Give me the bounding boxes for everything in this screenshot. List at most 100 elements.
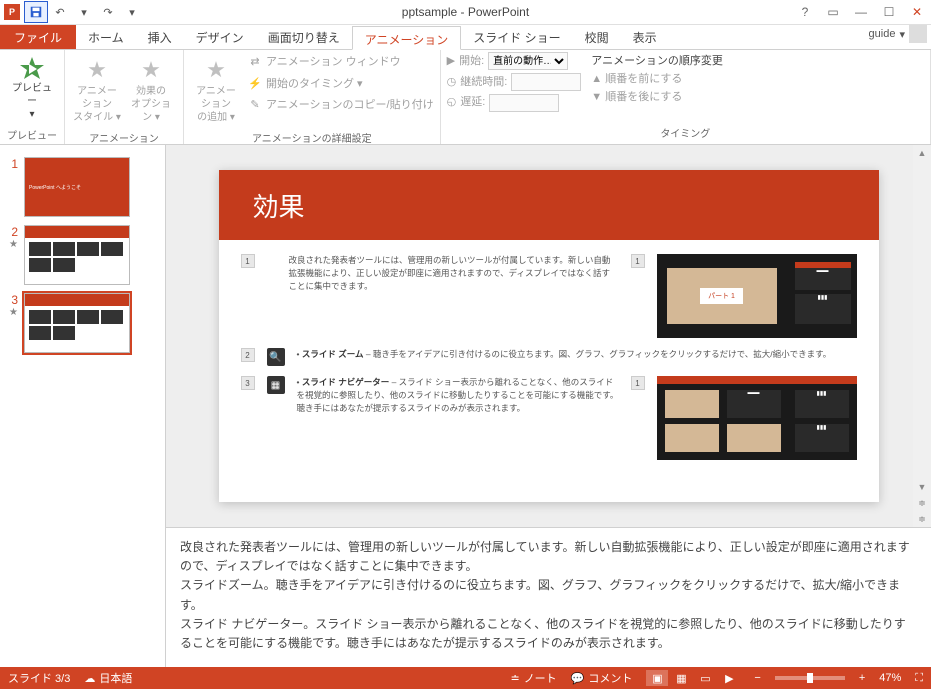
delay-icon: ◵ — [447, 93, 457, 112]
thumbnail-pane[interactable]: 1 2★ 3★ — [0, 145, 166, 667]
save-button[interactable] — [24, 1, 48, 23]
zoom-out-button[interactable]: − — [754, 672, 760, 684]
zoom-thumb[interactable] — [807, 673, 813, 683]
status-bar: スライド 3/3 ☁日本語 ≐ノート 💬コメント ▣ ▦ ▭ ▶ − + 47%… — [0, 667, 931, 689]
help-button[interactable]: ? — [791, 1, 819, 23]
undo-button[interactable]: ↶ — [48, 1, 72, 23]
slide-thumbnail-1[interactable] — [24, 157, 130, 217]
ribbon-tabs: ファイル ホーム 挿入 デザイン 画面切り替え アニメーション スライド ショー… — [0, 25, 931, 49]
tab-animations[interactable]: アニメーション — [352, 26, 462, 50]
slide-counter[interactable]: スライド 3/3 — [8, 670, 70, 686]
tab-insert[interactable]: 挿入 — [136, 25, 184, 49]
notes-pane[interactable]: 改良された発表者ツールには、管理用の新しいツールが付属しています。新しい自動拡張… — [166, 527, 931, 667]
zoom-level[interactable]: 47% — [879, 672, 901, 684]
user-account[interactable]: guide ▾ — [869, 25, 927, 43]
zoom-in-button[interactable]: + — [859, 672, 865, 684]
avatar — [909, 25, 927, 43]
navigator-icon: ▦ — [267, 376, 285, 394]
reorder-header: アニメーションの順序変更 — [591, 52, 723, 68]
reading-view-button[interactable]: ▭ — [694, 670, 716, 686]
pane-icon: ⇄ — [248, 54, 262, 72]
animation-tag[interactable]: 1 — [631, 254, 645, 268]
title-bar: P ↶ ▾ ↷ ▾ pptsample - PowerPoint ? ▭ — ☐… — [0, 0, 931, 25]
slide-thumbnail-2[interactable] — [24, 225, 130, 285]
duration-input[interactable] — [511, 73, 581, 91]
preview-label: プレビュー — [8, 82, 56, 108]
animation-tag[interactable]: 1 — [631, 376, 645, 390]
thumb-number: 1 — [6, 157, 18, 171]
trigger-button[interactable]: ⚡開始のタイミング ▾ — [248, 74, 434, 96]
slide-title: 効果 — [253, 187, 305, 224]
qat-customize[interactable]: ▾ — [120, 1, 144, 23]
clock-icon: ◷ — [447, 73, 457, 92]
close-button[interactable]: ✕ — [903, 1, 931, 23]
notes-line: 改良された発表者ツールには、管理用の新しいツールが付属しています。新しい自動拡張… — [180, 538, 917, 576]
tab-design[interactable]: デザイン — [184, 25, 256, 49]
comments-toggle[interactable]: 💬コメント — [571, 670, 633, 686]
minimize-button[interactable]: — — [847, 1, 875, 23]
animation-tag[interactable]: 3 — [241, 376, 255, 390]
preview-button[interactable]: プレビュー ▾ — [6, 52, 58, 125]
maximize-button[interactable]: ☐ — [875, 1, 903, 23]
slide-area: 効果 1 改良された発表者ツールには、管理用の新しいツールが付属しています。新し… — [166, 145, 931, 667]
slide-text-1: 改良された発表者ツールには、管理用の新しいツールが付属しています。新しい自動拡張… — [289, 254, 619, 338]
play-icon: ▶ — [447, 52, 455, 71]
slide-canvas[interactable]: 効果 1 改良された発表者ツールには、管理用の新しいツールが付属しています。新し… — [219, 170, 879, 502]
tab-view[interactable]: 表示 — [621, 25, 669, 49]
preview-dropdown-icon: ▾ — [29, 108, 34, 121]
zoom-slider[interactable] — [775, 676, 845, 680]
animation-style-button[interactable]: ★ アニメーション スタイル ▾ — [71, 52, 123, 128]
normal-view-button[interactable]: ▣ — [646, 670, 668, 686]
app-icon: P — [4, 4, 20, 20]
tab-transitions[interactable]: 画面切り替え — [256, 25, 352, 49]
notes-icon: ≐ — [510, 672, 519, 685]
slideshow-view-button[interactable]: ▶ — [718, 670, 740, 686]
undo-dropdown[interactable]: ▾ — [72, 1, 96, 23]
window-title: pptsample - PowerPoint — [402, 5, 529, 19]
vertical-scrollbar[interactable]: ▲ ▼ ≑ ≑ — [913, 145, 931, 527]
presenter-view-image: パート 1 ▬▬ ▮▮▮ — [657, 254, 857, 338]
move-later-button[interactable]: ▼ 順番を後にする — [591, 88, 723, 104]
animation-painter-button[interactable]: ✎アニメーションのコピー/貼り付け — [248, 95, 434, 117]
move-earlier-button[interactable]: ▲ 順番を前にする — [591, 70, 723, 86]
notes-line: スライド ナビゲーター。スライド ショー表示から離れることなく、他のスライドを視… — [180, 615, 917, 653]
scroll-down-icon[interactable]: ▼ — [913, 479, 931, 495]
language-indicator[interactable]: ☁日本語 — [84, 670, 132, 686]
fit-to-window-button[interactable]: ⛶ — [915, 672, 923, 685]
user-dropdown-icon: ▾ — [899, 28, 905, 41]
tab-home[interactable]: ホーム — [76, 25, 136, 49]
slide-text-2: • スライド ズーム – 聴き手をアイデアに引き付けるのに役立ちます。図、グラフ… — [297, 348, 857, 366]
prev-slide-icon[interactable]: ≑ — [913, 495, 931, 511]
delay-input[interactable] — [489, 94, 559, 112]
redo-button[interactable]: ↷ — [96, 1, 120, 23]
timing-duration-row[interactable]: ◷継続時間: — [447, 73, 582, 92]
up-icon: ▲ — [591, 73, 602, 85]
slide-thumbnail-3[interactable] — [24, 293, 130, 353]
scroll-up-icon[interactable]: ▲ — [913, 145, 931, 161]
group-label-advanced: アニメーションの詳細設定 — [190, 128, 434, 147]
ribbon-options-button[interactable]: ▭ — [819, 1, 847, 23]
notes-toggle[interactable]: ≐ノート — [510, 670, 556, 686]
group-preview: プレビュー ▾ プレビュー — [0, 50, 65, 144]
effect-options-button[interactable]: ★ 効果の オプション ▾ — [125, 52, 177, 128]
next-slide-icon[interactable]: ≑ — [913, 511, 931, 527]
animation-indicator-icon: ★ — [6, 239, 18, 250]
user-name: guide — [869, 28, 896, 40]
tab-slideshow[interactable]: スライド ショー — [461, 25, 572, 49]
timing-delay-row[interactable]: ◵遅延: — [447, 93, 582, 112]
animation-tag[interactable]: 1 — [241, 254, 255, 268]
trigger-icon: ⚡ — [248, 76, 262, 94]
tab-file[interactable]: ファイル — [0, 25, 76, 49]
navigator-image: ▬▬ ▮▮▮ ▮▮▮ — [657, 376, 857, 460]
animation-tag[interactable]: 2 — [241, 348, 255, 362]
tab-review[interactable]: 校閲 — [573, 25, 621, 49]
down-icon: ▼ — [591, 91, 602, 103]
animation-pane-button[interactable]: ⇄アニメーション ウィンドウ — [248, 52, 434, 74]
slide-text-3: • スライド ナビゲーター – スライド ショー表示から離れることなく、他のスラ… — [297, 376, 619, 460]
start-select[interactable]: 直前の動作… — [488, 52, 568, 70]
zoom-icon: 🔍 — [267, 348, 285, 366]
animation-indicator-icon: ★ — [6, 307, 18, 318]
sorter-view-button[interactable]: ▦ — [670, 670, 692, 686]
timing-start-row[interactable]: ▶開始:直前の動作… — [447, 52, 582, 71]
add-animation-button[interactable]: ★ アニメーション の追加 ▾ — [190, 52, 242, 128]
